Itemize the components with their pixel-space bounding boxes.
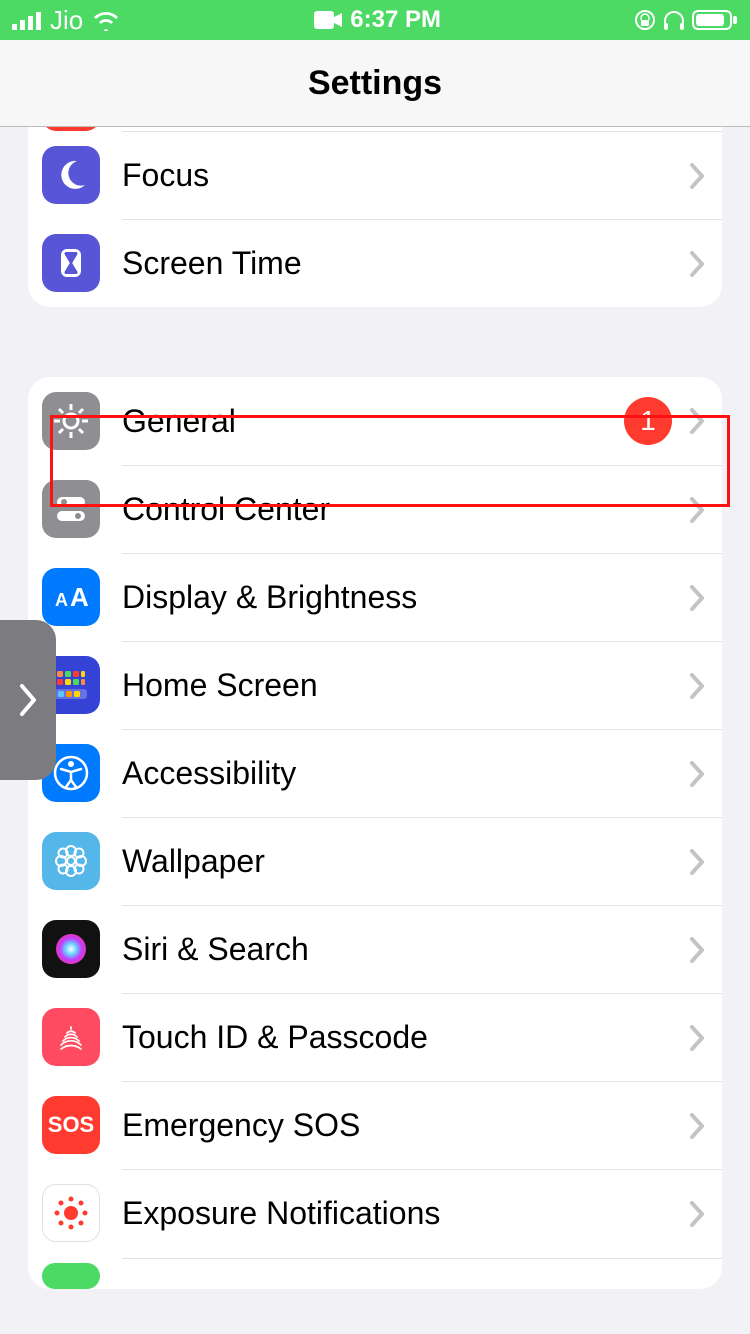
headphones-icon [662,9,686,31]
row-label: Focus [122,157,688,194]
chevron-right-icon [688,761,706,787]
camera-icon [314,11,342,29]
moon-icon [42,146,100,204]
toggles-icon [42,480,100,538]
settings-row-focus[interactable]: Focus [28,131,722,219]
chevron-right-icon [688,497,706,523]
row-label: Touch ID & Passcode [122,1019,688,1056]
sos-icon: SOS [42,1096,100,1154]
settings-row-partial[interactable] [28,1257,722,1289]
status-center: 6:37 PM [314,6,441,34]
flower-icon [42,832,100,890]
chevron-right-icon [688,1113,706,1139]
settings-row-exposure-notifications[interactable]: Exposure Notifications [28,1169,722,1257]
status-left: Jio [12,5,121,36]
hourglass-icon [42,234,100,292]
chevron-right-icon [688,585,706,611]
settings-row-home-screen[interactable]: Home Screen [28,641,722,729]
wifi-icon [91,9,121,31]
chevron-right-icon [18,680,38,720]
orientation-lock-icon [634,9,656,31]
chevron-right-icon [688,1025,706,1051]
settings-row-display-brightness[interactable]: AA Display & Brightness [28,553,722,641]
carrier-label: Jio [50,5,83,36]
settings-row-control-center[interactable]: Control Center [28,465,722,553]
battery-icon [692,9,738,31]
battery-row-icon [42,1263,100,1289]
row-label: Screen Time [122,245,688,282]
chevron-right-icon [688,673,706,699]
row-label: Accessibility [122,755,688,792]
chevron-right-icon [688,251,706,277]
side-drawer-tab[interactable] [0,620,56,780]
settings-row-general[interactable]: General 1 [28,377,722,465]
settings-row-accessibility[interactable]: Accessibility [28,729,722,817]
svg-text:A: A [70,582,89,612]
notification-badge: 1 [624,397,672,445]
status-bar: Jio 6:37 PM [0,0,750,40]
settings-row-screen-time[interactable]: Screen Time [28,219,722,307]
content-area: Sounds & Haptics Focus Screen Time [0,127,750,1334]
chevron-right-icon [688,408,706,434]
row-label: Siri & Search [122,931,688,968]
row-label: Home Screen [122,667,688,704]
row-label: Control Center [122,491,688,528]
svg-text:A: A [55,590,68,610]
chevron-right-icon [688,163,706,189]
settings-row-emergency-sos[interactable]: SOS Emergency SOS [28,1081,722,1169]
gear-icon [42,392,100,450]
exposure-icon [42,1184,100,1242]
row-label: Display & Brightness [122,579,688,616]
page-title: Settings [308,64,442,103]
chevron-right-icon [688,849,706,875]
chevron-right-icon [688,1201,706,1227]
row-label: Exposure Notifications [122,1195,688,1232]
header: Settings [0,40,750,127]
row-label: Wallpaper [122,843,688,880]
settings-row-touch-id[interactable]: Touch ID & Passcode [28,993,722,1081]
status-right [634,9,738,31]
settings-row-wallpaper[interactable]: Wallpaper [28,817,722,905]
text-size-icon: AA [42,568,100,626]
cell-signal-icon [12,10,42,30]
settings-group-general: General 1 Control Center AA Display & Br… [28,377,722,1289]
row-label: General [122,403,624,440]
chevron-right-icon [688,937,706,963]
settings-group-sounds: Sounds & Haptics Focus Screen Time [28,127,722,307]
fingerprint-icon [42,1008,100,1066]
row-label: Emergency SOS [122,1107,688,1144]
status-time: 6:37 PM [350,6,441,34]
siri-icon [42,920,100,978]
settings-row-siri-search[interactable]: Siri & Search [28,905,722,993]
